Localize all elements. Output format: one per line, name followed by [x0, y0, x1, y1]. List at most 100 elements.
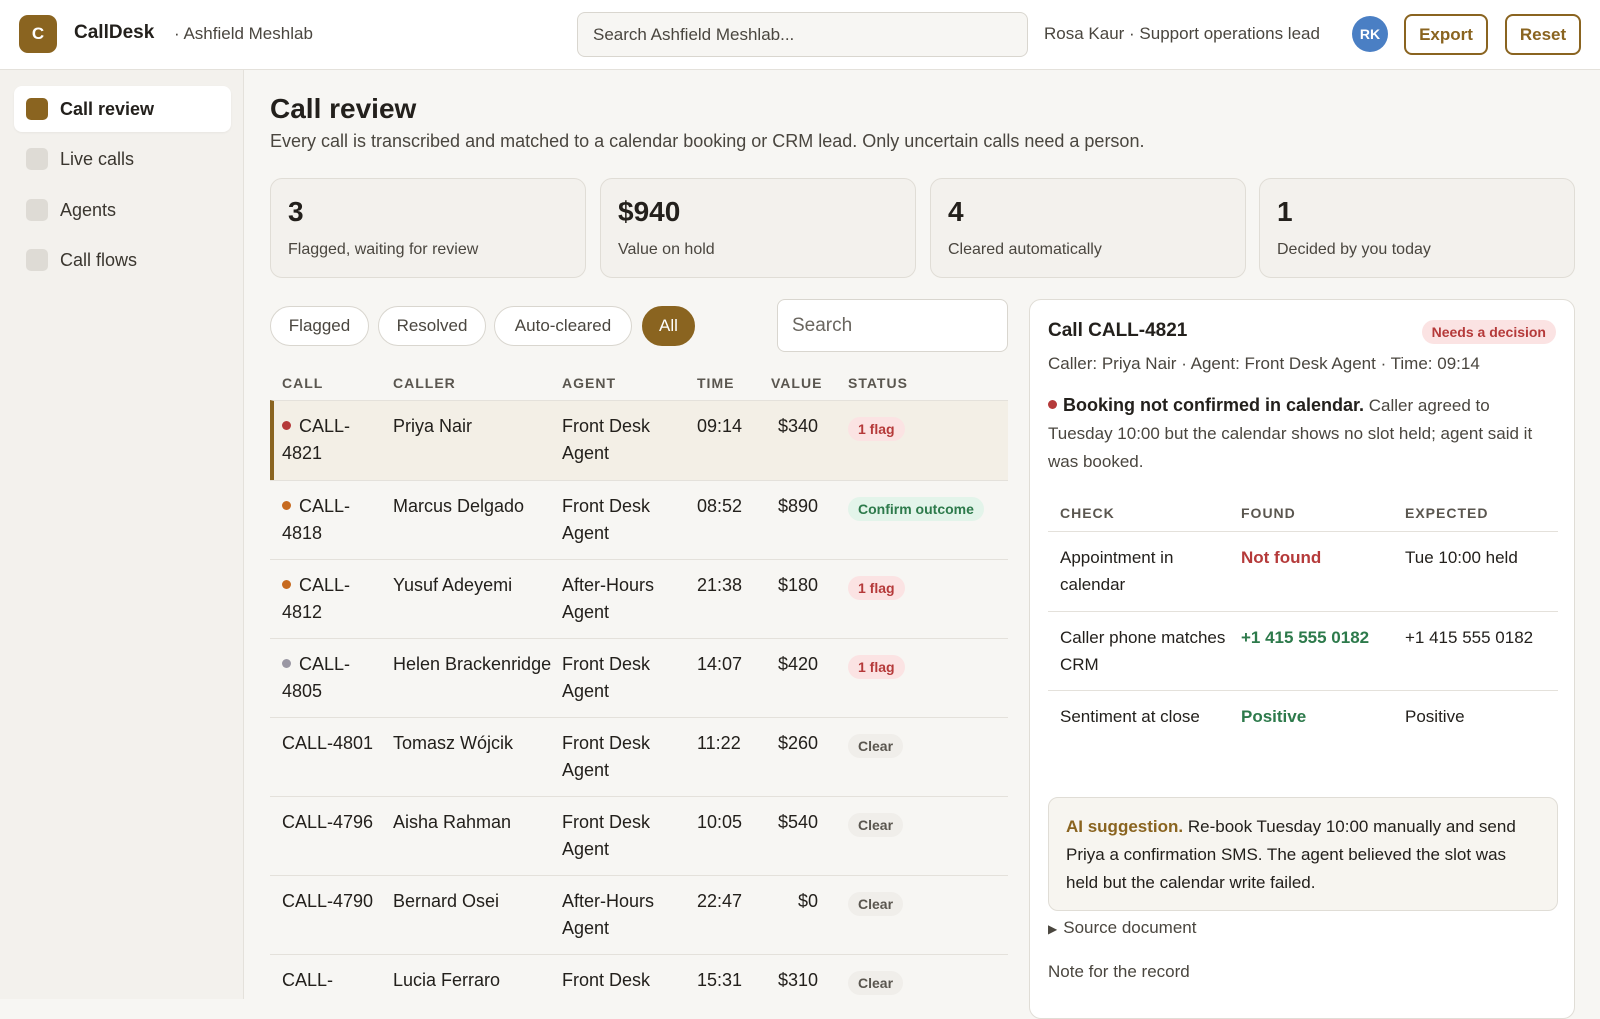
- caller-name: Tomasz Wójcik: [393, 730, 553, 757]
- call-time-text: 08:52: [697, 496, 743, 516]
- call-value-text: $310: [777, 970, 818, 990]
- caller-name: Helen Brackenridge: [393, 651, 553, 678]
- call-time: 10:05: [697, 809, 757, 836]
- caller-name: Yusuf Adeyemi: [393, 572, 553, 599]
- avatar[interactable]: RK: [1352, 16, 1388, 52]
- top-bar: C CallDesk · Ashfield Meshlab Rosa Kaur …: [0, 0, 1600, 70]
- status-dot-icon: [282, 420, 291, 430]
- export-button[interactable]: Export: [1404, 14, 1488, 55]
- agent-name-text: Front Desk Agent: [562, 496, 651, 543]
- agent-name: Front Desk Agent: [562, 651, 682, 705]
- call-time-text: 15:31: [697, 970, 743, 990]
- call-time-text: 14:07: [697, 654, 743, 674]
- sidebar-item-live-calls[interactable]: Live calls: [14, 136, 231, 182]
- call-value: $0: [758, 888, 818, 915]
- table-row[interactable]: CALL-4818 Marcus Delgado Front Desk Agent 0…: [270, 480, 1008, 559]
- call-value: $260: [758, 730, 818, 757]
- stat-label: Flagged, waiting for review: [288, 241, 479, 258]
- call-time-text: 09:14: [697, 416, 743, 436]
- status-cell: Confirm outcome: [848, 495, 984, 522]
- status-badge: Clear: [848, 734, 904, 758]
- agent-name-text: After-Hours Agent: [562, 891, 655, 938]
- call-id: CALL-4821: [282, 413, 387, 467]
- agent-name: Front Desk Agent: [562, 809, 682, 863]
- call-time: 21:38: [697, 572, 757, 599]
- call-id: CALL-4812: [282, 572, 387, 626]
- call-value: $890: [758, 493, 818, 520]
- call-id-text: CALL-4821: [282, 416, 351, 463]
- source-document-toggle[interactable]: ▶ Source document: [1048, 918, 1196, 938]
- finding-title: Booking not confirmed in calendar.: [1063, 395, 1365, 415]
- nav-icon: [26, 249, 48, 271]
- caller-name: Bernard Osei: [393, 888, 553, 915]
- table-row[interactable]: CALL- Lucia Ferraro Front Desk 15:31 $310 Cle…: [270, 954, 1008, 999]
- call-id: CALL-4790: [282, 888, 387, 915]
- table-row[interactable]: CALL-4805 Helen Brackenridge Front Desk Ag…: [270, 638, 1008, 717]
- agent-name-text: Front Desk: [562, 970, 651, 990]
- app-name: CallDesk: [74, 22, 155, 43]
- column-header-found: FOUND: [1241, 505, 1296, 521]
- status-cell: Clear: [848, 811, 904, 838]
- agent-name-text: Front Desk Agent: [562, 812, 651, 859]
- call-id-text: CALL-4812: [282, 575, 351, 622]
- status-badge: 1 flag: [848, 655, 905, 679]
- column-header-status: STATUS: [848, 375, 908, 391]
- agent-name-text: After-Hours Agent: [562, 575, 655, 622]
- sidebar-item-label: Live calls: [60, 148, 135, 169]
- caller-name: Aisha Rahman: [393, 809, 553, 836]
- caller-name-text: Yusuf Adeyemi: [393, 575, 513, 595]
- filter-auto-cleared[interactable]: Auto-cleared: [494, 306, 632, 346]
- stat-card-flagged: 3 Flagged, waiting for review: [270, 178, 586, 278]
- stat-card-decided: 1 Decided by you today: [1259, 178, 1575, 278]
- call-time: 08:52: [697, 493, 757, 520]
- status-cell: 1 flag: [848, 653, 905, 680]
- org-name: · Ashfield Meshlab: [174, 24, 313, 43]
- caller-name: Priya Nair: [393, 413, 553, 440]
- global-search-input[interactable]: [577, 12, 1028, 57]
- reset-button[interactable]: Reset: [1505, 14, 1581, 55]
- caller-name-text: Priya Nair: [393, 416, 473, 436]
- check-name: Appointment in calendar: [1060, 548, 1174, 594]
- nav-icon: [26, 199, 48, 221]
- column-header-time: TIME: [697, 375, 735, 391]
- agent-name: Front Desk: [562, 967, 682, 994]
- check-row: Caller phone matches CRM +1 415 555 0182 +…: [1048, 611, 1558, 690]
- check-found: Not found: [1241, 548, 1322, 567]
- stat-label: Value on hold: [618, 241, 715, 258]
- disclosure-triangle-icon: ▶: [1048, 922, 1058, 936]
- call-value-text: $0: [797, 891, 818, 911]
- sidebar-item-call-review[interactable]: Call review: [14, 86, 231, 132]
- check-expected: +1 415 555 0182: [1405, 628, 1534, 647]
- filter-all[interactable]: All: [642, 306, 695, 346]
- table-row[interactable]: CALL-4796 Aisha Rahman Front Desk Agent 10:…: [270, 796, 1008, 875]
- call-time: 11:22: [697, 730, 757, 757]
- sidebar-item-call-flows[interactable]: Call flows: [14, 237, 231, 283]
- nav-icon: [26, 98, 48, 120]
- filter-flagged[interactable]: Flagged: [270, 306, 369, 346]
- call-id-text: CALL-4818: [282, 496, 351, 543]
- call-value-text: $420: [777, 654, 818, 674]
- table-row[interactable]: CALL-4821 Priya Nair Front Desk Agent 09:14…: [270, 400, 1008, 480]
- call-id: CALL-4805: [282, 651, 387, 705]
- caller-name-text: Marcus Delgado: [393, 496, 525, 516]
- column-header-expected: EXPECTED: [1405, 505, 1489, 521]
- user-info: Rosa Kaur · Support operations lead: [1044, 24, 1320, 43]
- agent-name-text: Front Desk Agent: [562, 416, 651, 463]
- call-search-input[interactable]: [777, 299, 1008, 352]
- table-row[interactable]: CALL-4801 Tomasz Wójcik Front Desk Agent 11…: [270, 717, 1008, 796]
- filter-resolved[interactable]: Resolved: [378, 306, 486, 346]
- call-value-text: $540: [777, 812, 818, 832]
- sidebar-item-agents[interactable]: Agents: [14, 187, 231, 233]
- table-row[interactable]: CALL-4812 Yusuf Adeyemi After-Hours Agent 2…: [270, 559, 1008, 638]
- call-id-text: CALL-4805: [282, 654, 351, 701]
- check-expected: Tue 10:00 held: [1405, 548, 1518, 567]
- call-id: CALL-4801: [282, 730, 387, 757]
- call-id-text: CALL-4801: [282, 733, 374, 753]
- stat-label: Decided by you today: [1277, 241, 1431, 258]
- caller-name-text: Lucia Ferraro: [393, 970, 501, 990]
- call-time-text: 10:05: [697, 812, 743, 832]
- caller-name-text: Helen Brackenridge: [393, 654, 552, 674]
- page-subtitle: Every call is transcribed and matched to…: [270, 131, 1145, 151]
- agent-name: After-Hours Agent: [562, 572, 682, 626]
- table-row[interactable]: CALL-4790 Bernard Osei After-Hours Agent 22…: [270, 875, 1008, 954]
